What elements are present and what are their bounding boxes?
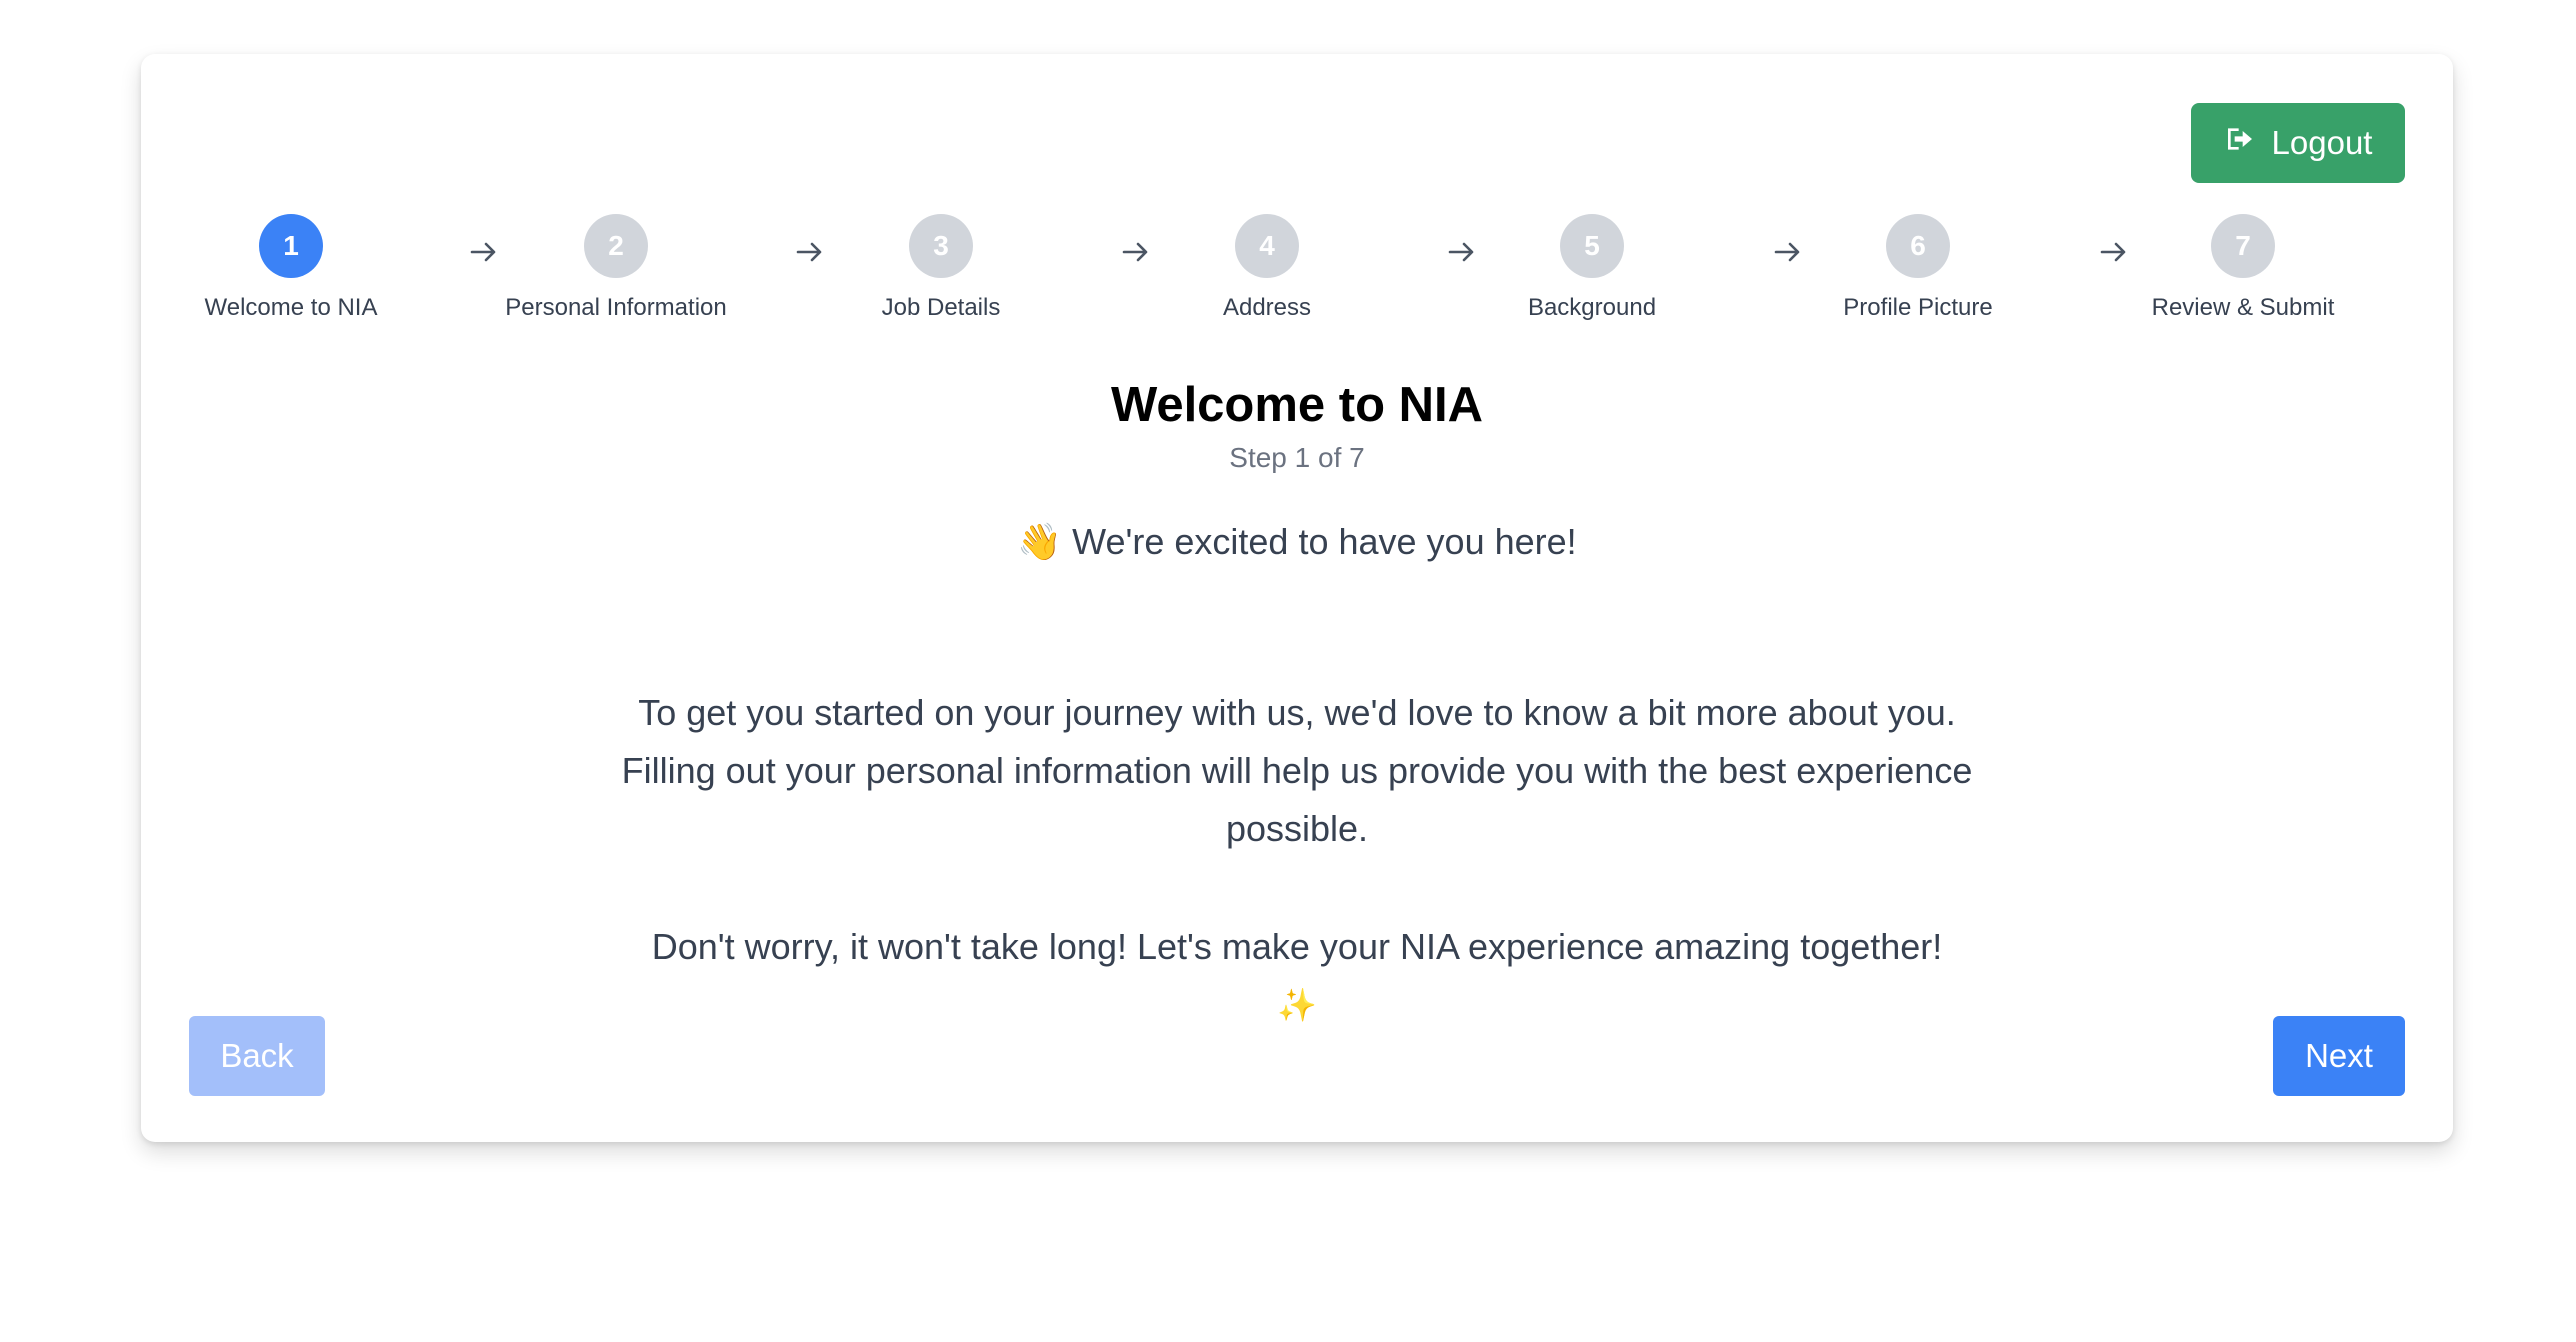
- step-profile-picture[interactable]: 6 Profile Picture: [1768, 214, 2068, 322]
- step-label: Background: [1527, 294, 1657, 321]
- intro-paragraph-text: To get you started on your journey with …: [621, 692, 1973, 849]
- page-title: Welcome to NIA: [1110, 378, 1484, 432]
- step-background[interactable]: 5 Background: [1442, 214, 1742, 322]
- closing-paragraph-text: Don't worry, it won't take long! Let's m…: [651, 926, 1943, 967]
- sparkle-icon: ✨: [1277, 987, 1317, 1023]
- step-welcome[interactable]: 1 Welcome to NIA: [141, 214, 441, 322]
- step-number: 3: [909, 214, 973, 278]
- step-number: 1: [259, 214, 323, 278]
- next-button[interactable]: Next: [2273, 1016, 2405, 1096]
- step-label: Review & Submit: [2151, 294, 2335, 321]
- closing-paragraph: Don't worry, it won't take long! Let's m…: [141, 918, 2453, 1034]
- step-number: 4: [1235, 214, 1299, 278]
- step-job-details[interactable]: 3 Job Details: [791, 214, 1091, 322]
- step-number: 5: [1560, 214, 1624, 278]
- step-number: 7: [2211, 214, 2275, 278]
- step-number: 2: [584, 214, 648, 278]
- logout-button[interactable]: Logout: [2191, 103, 2405, 183]
- step-number: 6: [1886, 214, 1950, 278]
- greeting-text: 👋 We're excited to have you here!: [1017, 521, 1577, 562]
- step-indicator: Step 1 of 7: [1229, 442, 1365, 473]
- logout-label: Logout: [2271, 124, 2373, 161]
- step-label: Personal Information: [505, 294, 727, 321]
- onboarding-card: Logout 1 Welcome to NIA 2 Personal Infor…: [141, 54, 2453, 1142]
- back-button[interactable]: Back: [189, 1016, 325, 1096]
- progress-stepper: 1 Welcome to NIA 2 Personal Information …: [141, 214, 2453, 334]
- step-label: Job Details: [881, 294, 1001, 321]
- step-label: Address: [1222, 294, 1312, 321]
- step-label: Welcome to NIA: [204, 294, 378, 321]
- step-review-submit[interactable]: 7 Review & Submit: [2093, 214, 2393, 322]
- sign-out-icon: [2224, 123, 2256, 163]
- step-address[interactable]: 4 Address: [1117, 214, 1417, 322]
- intro-paragraph: To get you started on your journey with …: [611, 684, 1983, 858]
- step-personal-information[interactable]: 2 Personal Information: [466, 214, 766, 322]
- step-label: Profile Picture: [1843, 294, 1993, 321]
